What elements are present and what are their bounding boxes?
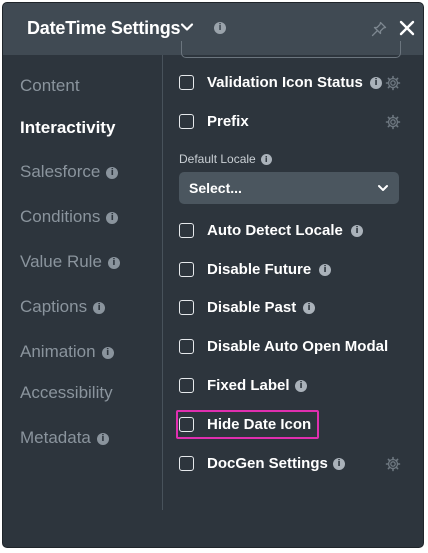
interactivity-options: Validation Icon Status i Prefix Default …	[163, 41, 423, 547]
option-auto-detect-locale[interactable]: Auto Detect Locale i	[179, 222, 415, 244]
checkbox[interactable]	[179, 75, 194, 90]
checkbox[interactable]	[179, 262, 194, 277]
info-icon: i	[93, 301, 106, 314]
info-icon: i	[107, 256, 120, 269]
info-icon: i	[96, 432, 109, 445]
checkbox[interactable]	[179, 223, 194, 238]
checkbox[interactable]	[179, 300, 194, 315]
settings-nav: Content Interactivity Salesforce i Condit…	[3, 55, 163, 547]
info-icon: i	[303, 302, 315, 314]
option-fixed-label[interactable]: Fixed Label i	[179, 377, 415, 399]
info-icon: i	[260, 154, 272, 166]
nav-item-value-rule[interactable]: Value Rule i	[20, 252, 120, 272]
chevron-down-icon[interactable]	[180, 20, 194, 34]
checkbox[interactable]	[179, 456, 194, 471]
info-icon: i	[351, 225, 363, 237]
info-icon: i	[295, 380, 307, 392]
option-disable-past[interactable]: Disable Past i	[179, 299, 415, 321]
default-locale-select[interactable]: Select...	[179, 172, 399, 204]
nav-item-interactivity[interactable]: Interactivity	[20, 118, 115, 138]
nav-item-content[interactable]: Content	[20, 76, 80, 96]
gear-icon[interactable]	[385, 456, 401, 472]
option-disable-auto-open-modal[interactable]: Disable Auto Open Modal	[179, 338, 415, 360]
info-icon: i	[319, 264, 331, 276]
close-icon[interactable]	[398, 19, 416, 37]
nav-item-conditions[interactable]: Conditions i	[20, 207, 119, 227]
default-locale-label: Default Locale i	[179, 152, 272, 166]
nav-item-salesforce[interactable]: Salesforce i	[20, 162, 119, 182]
checkbox[interactable]	[179, 339, 194, 354]
option-disable-future[interactable]: Disable Future i	[179, 261, 415, 283]
nav-item-animation[interactable]: Animation i	[20, 342, 114, 362]
panel-title[interactable]: DateTime Settings	[27, 18, 181, 39]
pin-icon[interactable]	[371, 21, 387, 37]
info-icon[interactable]: i	[214, 22, 226, 34]
option-hide-date-icon[interactable]: Hide Date Icon	[179, 416, 415, 438]
checkbox[interactable]	[179, 417, 194, 432]
info-icon: i	[106, 211, 119, 224]
nav-item-accessibility[interactable]: Accessibility	[20, 383, 113, 403]
nav-item-metadata[interactable]: Metadata i	[20, 428, 109, 448]
checkbox[interactable]	[179, 114, 194, 129]
info-icon: i	[333, 458, 345, 470]
gear-icon[interactable]	[385, 114, 401, 130]
scrolled-field-bottom	[181, 41, 401, 58]
chevron-down-icon	[378, 185, 388, 191]
info-icon: i	[370, 77, 382, 89]
datetime-settings-panel: DateTime Settings i Content Interactivit…	[2, 2, 424, 548]
option-docgen-settings[interactable]: DocGen Settings i	[179, 455, 415, 477]
info-icon: i	[101, 346, 114, 359]
option-validation-icon-status[interactable]: Validation Icon Status i	[179, 74, 415, 96]
gear-icon[interactable]	[385, 75, 401, 91]
nav-item-captions[interactable]: Captions i	[20, 297, 106, 317]
info-icon: i	[106, 166, 119, 179]
checkbox[interactable]	[179, 378, 194, 393]
option-prefix[interactable]: Prefix	[179, 113, 415, 135]
